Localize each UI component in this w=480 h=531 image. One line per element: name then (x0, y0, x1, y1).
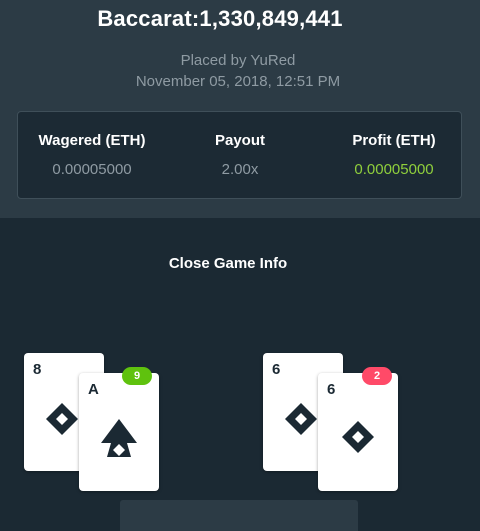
player-card-2: A (79, 373, 159, 491)
wagered-value: 0.00005000 (52, 161, 132, 178)
placed-by-text: Placed by YuRed (180, 52, 296, 69)
payout-label: Payout (214, 132, 265, 149)
bet-details-panel: Baccarat:1,330,849,441 Placed by YuRed N… (0, 0, 480, 218)
player-score-badge: 9 (122, 367, 152, 385)
card-rank: 6 (272, 361, 281, 378)
bottom-tab (120, 500, 358, 531)
card-rank: A (88, 381, 99, 398)
banker-score-badge: 2 (362, 367, 392, 385)
card-rank: 8 (33, 361, 42, 378)
profit-label: Profit (ETH) (352, 132, 436, 149)
game-info-page: Baccarat:1,330,849,441 Placed by YuRed N… (0, 0, 480, 531)
spade-diamond-icon (342, 421, 374, 453)
card-rank: 6 (327, 381, 336, 398)
bet-title: Baccarat:1,330,849,441 (97, 6, 343, 31)
payout-stat: Payout 2.00x (178, 132, 302, 178)
wagered-stat: Wagered (ETH) 0.00005000 (18, 132, 166, 178)
profit-stat: Profit (ETH) 0.00005000 (324, 132, 464, 178)
bet-stats-box: Wagered (ETH) 0.00005000 Payout 2.00x Pr… (17, 111, 462, 199)
wagered-label: Wagered (ETH) (38, 132, 146, 149)
payout-value: 2.00x (221, 161, 259, 178)
spade-diamond-icon (285, 403, 317, 435)
spade-icon (101, 419, 137, 457)
spade-diamond-icon (46, 403, 78, 435)
bet-timestamp: November 05, 2018, 12:51 PM (135, 73, 341, 90)
close-game-info-button[interactable]: Close Game Info (0, 255, 456, 272)
profit-value: 0.00005000 (354, 161, 434, 178)
banker-card-2: 6 (318, 373, 398, 491)
